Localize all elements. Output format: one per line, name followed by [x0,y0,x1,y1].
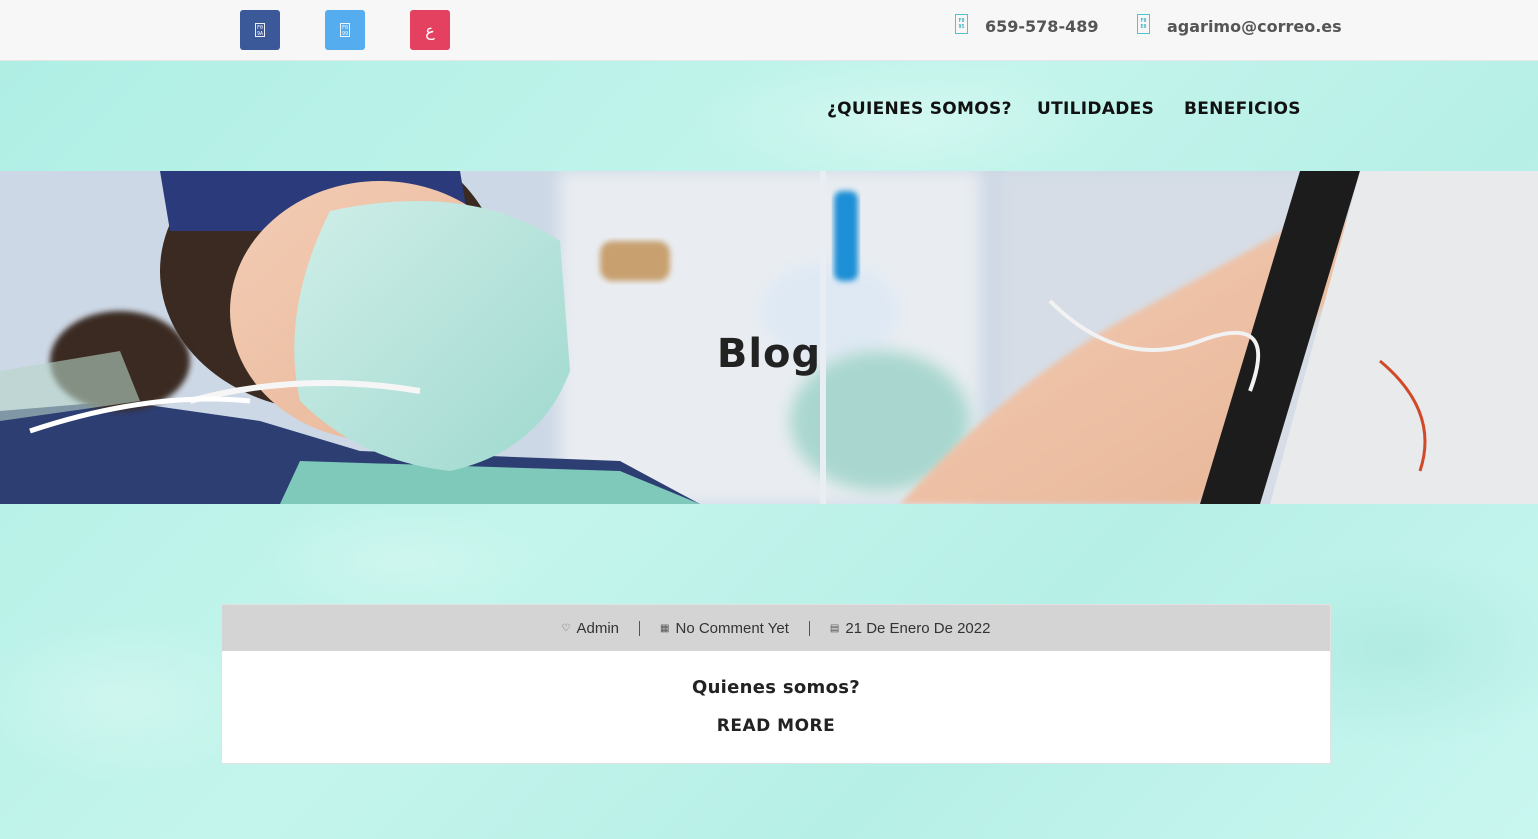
instagram-icon: ﻉ [425,20,435,40]
post-author[interactable]: ♡ Admin [542,620,640,637]
nav-item-beneficios[interactable]: BENEFICIOS [1184,99,1301,119]
hero-banner: Blog [0,171,1538,504]
main-nav: ¿QUIENES SOMOS? UTILIDADES BENEFICIOS [0,61,1538,171]
nav-item-quienes-somos[interactable]: ¿QUIENES SOMOS? [827,99,1012,119]
read-more-link[interactable]: READ MORE [222,716,1330,736]
user-icon: ♡ [561,622,571,634]
email-address: agarimo@correo.es [1167,17,1342,36]
contact-email[interactable]: F0 E0 agarimo@correo.es [1137,13,1342,36]
post-author-label: Admin [576,619,620,637]
post-meta: ♡ Admin ▦ No Comment Yet ▤ 21 De Enero D… [222,605,1330,651]
phone-icon: F0 95 [955,13,968,34]
envelope-icon: F0 E0 [1137,13,1150,34]
facebook-icon: F0 9A [255,23,265,37]
twitter-icon: F0 99 [340,23,350,37]
post-comments-label: No Comment Yet [675,619,789,637]
nav-item-utilidades[interactable]: UTILIDADES [1037,99,1154,119]
calendar-icon: ▤ [829,622,840,634]
contact-phone[interactable]: F0 95 659-578-489 [955,13,1099,36]
post-date-label: 21 De Enero De 2022 [845,619,991,637]
phone-number: 659-578-489 [985,17,1099,36]
facebook-button[interactable]: F0 9A [240,10,280,50]
twitter-button[interactable]: F0 99 [325,10,365,50]
page-title: Blog [716,331,822,377]
post-date: ▤ 21 De Enero De 2022 [810,620,1011,637]
post-comments[interactable]: ▦ No Comment Yet [640,620,809,637]
post-title[interactable]: Quienes somos? [222,677,1330,698]
top-bar: F0 9A F0 99 ﻉ F0 95 659-578-489 F0 E0 ag… [0,0,1538,61]
comment-icon: ▦ [660,622,670,634]
instagram-button[interactable]: ﻉ [410,10,450,50]
blog-post-card: ♡ Admin ▦ No Comment Yet ▤ 21 De Enero D… [221,604,1331,764]
